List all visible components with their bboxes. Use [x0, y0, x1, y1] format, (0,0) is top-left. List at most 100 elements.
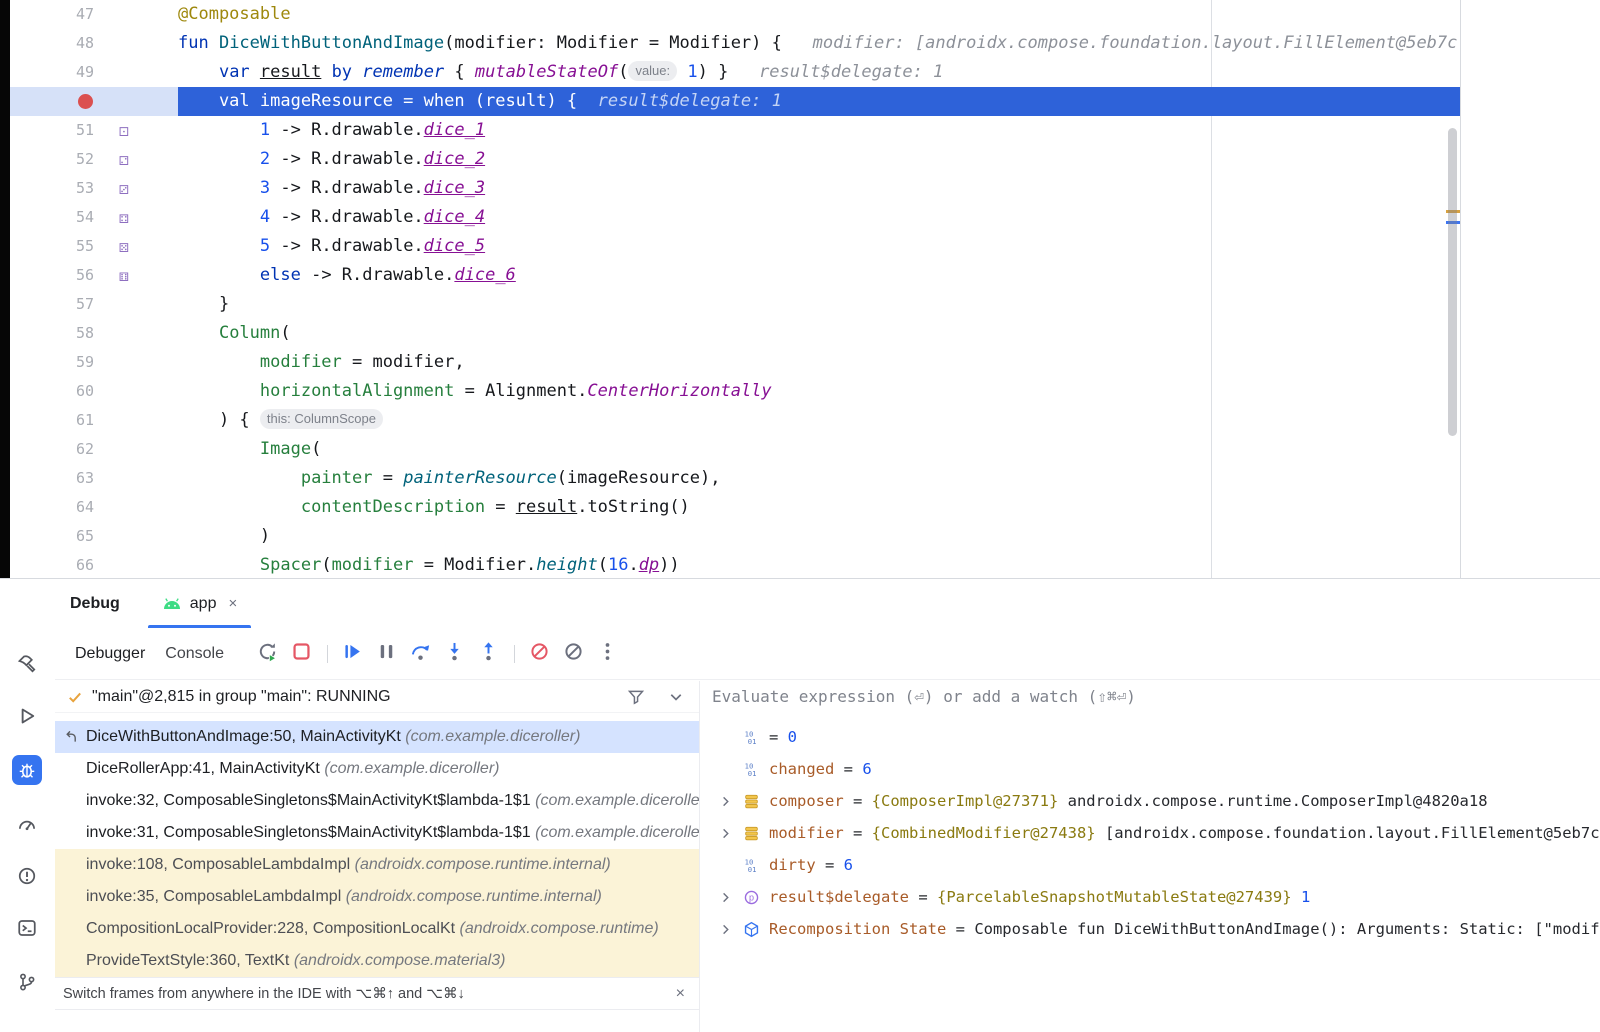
code-line-58[interactable]: 58 Column( [10, 319, 1460, 348]
code-text: 4 -> R.drawable.dice_4 [178, 203, 485, 232]
code-token [178, 381, 260, 401]
frame-text: CompositionLocalProvider:228, Compositio… [86, 920, 460, 937]
chevron-right-icon[interactable] [718, 890, 733, 905]
chevron-right-icon[interactable] [718, 826, 733, 841]
line-number: 62 [10, 435, 94, 464]
cube-icon [743, 921, 760, 938]
code-token: Image [260, 439, 311, 459]
step-into-button[interactable] [443, 642, 467, 666]
rerun-button[interactable] [256, 642, 280, 666]
problems-tool-button[interactable] [12, 861, 42, 891]
drawable-preview-icon[interactable]: ⚃ [112, 203, 136, 232]
step-out-icon [478, 641, 499, 667]
build-tool-button[interactable] [12, 649, 42, 679]
code-line-65[interactable]: 65 ) [10, 522, 1460, 551]
code-line-59[interactable]: 59 modifier = modifier, [10, 348, 1460, 377]
code-token: CenterHorizontally [587, 381, 771, 401]
code-line-48[interactable]: 48fun DiceWithButtonAndImage(modifier: M… [10, 29, 1460, 58]
code-token [178, 149, 260, 169]
tab-debugger[interactable]: Debugger [75, 645, 145, 663]
mute-breakpoints-button[interactable] [528, 642, 552, 666]
code-token: 16 [608, 555, 628, 575]
build-hammer-icon [17, 654, 37, 674]
drawable-preview-icon[interactable]: ⚂ [112, 174, 136, 203]
code-text: @Composable [178, 0, 291, 29]
drawable-preview-icon[interactable]: ⚄ [112, 232, 136, 261]
stack-frame-row[interactable]: CompositionLocalProvider:228, Compositio… [55, 913, 699, 945]
thread-selector[interactable]: "main"@2,815 in group "main": RUNNING [55, 681, 699, 713]
variable-row[interactable]: composer = {ComposerImpl@27371} androidx… [701, 785, 1600, 817]
view-breakpoints-button[interactable] [562, 642, 586, 666]
code-token [178, 236, 260, 256]
code-line-51[interactable]: 51⚀ 1 -> R.drawable.dice_1 [10, 116, 1460, 145]
stack-frame-row[interactable]: invoke:32, ComposableSingletons$MainActi… [55, 785, 699, 817]
stack-frame-row[interactable]: DiceWithButtonAndImage:50, MainActivityK… [55, 721, 699, 753]
code-line-63[interactable]: 63 painter = painterResource(imageResour… [10, 464, 1460, 493]
stack-frame-row[interactable]: ProvideTextStyle:360, TextKt (androidx.c… [55, 945, 699, 977]
resume-button[interactable] [341, 642, 365, 666]
tab-app[interactable]: app × [148, 579, 251, 628]
debug-tool-button[interactable] [12, 755, 42, 785]
code-text: Image( [178, 435, 321, 464]
variable-row[interactable]: modifier = {CombinedModifier@27438} [and… [701, 817, 1600, 849]
code-token: -> R.drawable. [270, 207, 424, 227]
drawable-preview-icon[interactable]: ⚀ [112, 116, 136, 145]
run-tool-button[interactable] [12, 701, 42, 731]
code-line-61[interactable]: 61 ) { this: ColumnScope [10, 406, 1460, 435]
stop-button[interactable] [290, 642, 314, 666]
version-control-tool-button[interactable] [12, 967, 42, 997]
code-line-66[interactable]: 66 Spacer(modifier = Modifier.height(16.… [10, 551, 1460, 578]
scrollbar-thumb[interactable] [1448, 128, 1457, 436]
code-line-54[interactable]: 54⚃ 4 -> R.drawable.dice_4 [10, 203, 1460, 232]
android-icon [162, 597, 182, 610]
code-line-64[interactable]: 64 contentDescription = result.toString(… [10, 493, 1460, 522]
variable-row[interactable]: 1001dirty = 6 [701, 849, 1600, 881]
pause-button[interactable] [375, 642, 399, 666]
variable-row[interactable]: 1001= 0 [701, 721, 1600, 753]
variable-text: result$delegate = {ParcelableSnapshotMut… [769, 888, 1310, 906]
code-editor[interactable]: 47@Composable48fun DiceWithButtonAndImag… [10, 0, 1460, 578]
code-text: var result by remember { mutableStateOf(… [178, 58, 943, 87]
step-over-button[interactable] [409, 642, 433, 666]
variable-row[interactable]: Recomposition State = Composable fun Dic… [701, 913, 1600, 945]
stack-frame-row[interactable]: invoke:35, ComposableLambdaImpl (android… [55, 881, 699, 913]
variable-row[interactable]: 1001changed = 6 [701, 753, 1600, 785]
code-line-62[interactable]: 62 Image( [10, 435, 1460, 464]
variable-pl: = [946, 920, 974, 938]
close-tab-icon[interactable]: × [228, 595, 237, 612]
code-token: fun [178, 33, 219, 53]
code-line-55[interactable]: 55⚄ 5 -> R.drawable.dice_5 [10, 232, 1460, 261]
variable-text: Recomposition State = Composable fun Dic… [769, 920, 1600, 938]
chevron-placeholder [718, 730, 733, 745]
close-banner-icon[interactable]: × [676, 985, 685, 1003]
code-line-60[interactable]: 60 horizontalAlignment = Alignment.Cente… [10, 377, 1460, 406]
code-line-47[interactable]: 47@Composable [10, 0, 1460, 29]
profiler-tool-button[interactable] [12, 809, 42, 839]
filter-icon[interactable] [627, 688, 645, 706]
code-token: by [321, 62, 362, 82]
code-line-57[interactable]: 57 } [10, 290, 1460, 319]
tab-console[interactable]: Console [165, 645, 224, 663]
chevron-right-icon[interactable] [718, 922, 733, 937]
chevron-right-icon[interactable] [718, 794, 733, 809]
code-line-53[interactable]: 53⚂ 3 -> R.drawable.dice_3 [10, 174, 1460, 203]
variable-row[interactable]: presult$delegate = {ParcelableSnapshotMu… [701, 881, 1600, 913]
code-line-52[interactable]: 52⚁ 2 -> R.drawable.dice_2 [10, 145, 1460, 174]
terminal-tool-button[interactable] [12, 913, 42, 943]
stack-frame-row[interactable]: invoke:31, ComposableSingletons$MainActi… [55, 817, 699, 849]
chevron-down-icon[interactable] [667, 688, 685, 706]
evaluate-expression-input[interactable]: Evaluate expression (⏎) or add a watch (… [701, 681, 1600, 713]
primitive-icon: 1001 [743, 857, 760, 874]
stack-frame-row[interactable]: DiceRollerApp:41, MainActivityKt (com.ex… [55, 753, 699, 785]
more-button[interactable] [596, 642, 620, 666]
code-token: Spacer [260, 555, 321, 575]
code-line-50[interactable]: val imageResource = when (result) { resu… [10, 87, 1460, 116]
drawable-preview-icon[interactable]: ⚁ [112, 145, 136, 174]
code-line-56[interactable]: 56⚅ else -> R.drawable.dice_6 [10, 261, 1460, 290]
code-line-49[interactable]: 49 var result by remember { mutableState… [10, 58, 1460, 87]
step-out-button[interactable] [477, 642, 501, 666]
drawable-preview-icon[interactable]: ⚅ [112, 261, 136, 290]
stack-frame-row[interactable]: invoke:108, ComposableLambdaImpl (androi… [55, 849, 699, 881]
divider [327, 645, 328, 663]
breakpoint-icon[interactable] [78, 94, 93, 109]
